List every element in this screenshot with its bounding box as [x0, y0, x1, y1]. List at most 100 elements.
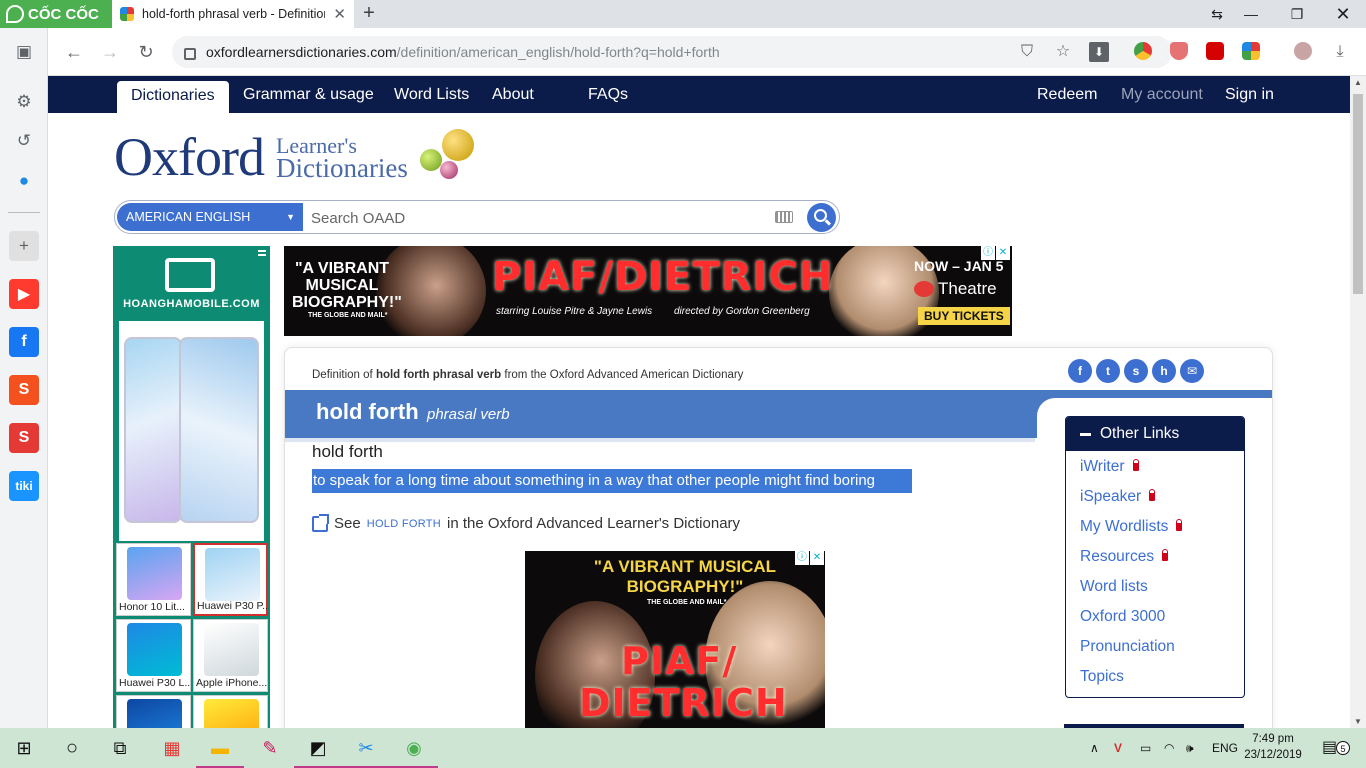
windows-start-icon[interactable]: ⊞ — [0, 728, 48, 768]
buy-tickets-button[interactable]: BUY TICKETS — [918, 307, 1010, 325]
facebook-share-icon[interactable]: f — [1068, 359, 1092, 383]
history-icon[interactable]: ↺ — [9, 126, 39, 156]
link-word-lists[interactable]: Word lists — [1080, 578, 1148, 596]
ad-hero-image[interactable] — [118, 320, 265, 542]
notification-center-icon[interactable]: ▤ — [1322, 728, 1337, 768]
downloads-icon[interactable]: ⤓ — [1330, 42, 1350, 62]
dictionary-select[interactable]: AMERICAN ENGLISH ▼ — [117, 203, 303, 231]
active-tab[interactable]: hold-forth phrasal verb - Definition ✕ — [112, 0, 354, 28]
profile-avatar[interactable] — [1294, 42, 1312, 60]
headword-band-shadow — [285, 438, 1035, 442]
scrollbar-thumb[interactable] — [1353, 94, 1363, 294]
link-iwriter[interactable]: iWriter — [1080, 458, 1139, 476]
search-input[interactable] — [311, 207, 771, 229]
sticky-notes-icon[interactable]: ◩ — [294, 728, 342, 768]
bookmark-star-icon[interactable]: ☆ — [1053, 42, 1073, 62]
tab-title: hold-forth phrasal verb - Definition — [142, 7, 326, 21]
adchoices-icon[interactable]: ⓘ — [981, 246, 995, 260]
back-arrow-icon[interactable]: ← — [62, 40, 86, 64]
inline-ad[interactable]: "A VIBRANT MUSICAL BIOGRAPHY!" THE GLOBE… — [525, 551, 825, 728]
volume-icon[interactable]: 🕪 — [1186, 728, 1194, 768]
add-app-icon[interactable]: + — [9, 231, 39, 261]
tab-close-button[interactable]: ✕ — [333, 5, 346, 23]
youtube-icon[interactable]: ▶ — [9, 279, 39, 309]
hyves-share-icon[interactable]: h — [1152, 359, 1176, 383]
lazada-icon[interactable]: S — [9, 423, 39, 453]
system-clock[interactable]: 7:49 pm 23/12/2019 — [1240, 731, 1306, 763]
nav-grammar-usage[interactable]: Grammar & usage — [243, 76, 374, 113]
url-path: /definition/american_english/hold-forth?… — [396, 44, 720, 60]
sidebar-panel-icon[interactable]: ▣ — [9, 37, 39, 67]
ad-product-tile[interactable]: Honor 10 Lit... — [116, 543, 191, 616]
file-explorer-icon[interactable]: ▬ — [196, 728, 244, 768]
paint-app-icon[interactable]: ✎ — [246, 728, 294, 768]
ad-close-icon[interactable]: ✕ — [996, 246, 1010, 260]
chrome-extension-icon[interactable] — [1134, 42, 1152, 60]
reload-icon[interactable]: ↻ — [134, 40, 158, 64]
shield-icon[interactable]: ⛉ — [1017, 42, 1037, 62]
oxford-logo[interactable]: Oxford Learner's Dictionaries — [114, 126, 502, 188]
see-also-link[interactable]: HOLD FORTH — [367, 518, 441, 530]
nav-about[interactable]: About — [492, 76, 534, 113]
other-links-header[interactable]: Other Links — [1066, 417, 1244, 451]
scroll-up-arrow-icon[interactable]: ▲ — [1350, 78, 1366, 87]
forward-arrow-icon[interactable]: → — [98, 40, 122, 64]
nav-my-account[interactable]: My account — [1121, 76, 1203, 113]
minimize-button[interactable]: — — [1228, 0, 1274, 28]
link-resources[interactable]: Resources — [1080, 548, 1169, 566]
adchoices-icon[interactable]: ⓘ — [795, 551, 809, 565]
inline-ad-source: THE GLOBE AND MAIL* — [647, 599, 727, 606]
tiki-icon[interactable]: tiki — [9, 471, 39, 501]
ad-product-tile[interactable] — [193, 695, 268, 728]
restore-button[interactable]: ❐ — [1274, 0, 1320, 28]
stumbleupon-share-icon[interactable]: s — [1124, 359, 1148, 383]
new-tab-button[interactable]: + — [358, 3, 380, 25]
lock-icon — [1132, 459, 1139, 471]
link-topics[interactable]: Topics — [1080, 668, 1124, 686]
ad-menu-icon[interactable] — [258, 250, 266, 256]
nav-sign-in[interactable]: Sign in — [1225, 76, 1274, 113]
top-banner-ad[interactable]: "A VIBRANT MUSICAL BIOGRAPHY!" THE GLOBE… — [284, 246, 1012, 336]
facebook-icon[interactable]: f — [9, 327, 39, 357]
ad-close-icon[interactable]: ✕ — [810, 551, 824, 565]
task-view-icon[interactable]: ⧉ — [96, 728, 144, 768]
nav-faqs[interactable]: FAQs — [588, 76, 628, 113]
email-share-icon[interactable]: ✉ — [1180, 359, 1204, 383]
tray-chevron-icon[interactable]: ∧ — [1090, 728, 1099, 768]
coccoc-brand[interactable]: CỐC CỐC — [0, 0, 112, 28]
link-pronunciation[interactable]: Pronunciation — [1080, 638, 1175, 656]
left-side-ad[interactable]: HOANGHAMOBILE.COM Honor 10 Lit... Huawei… — [113, 246, 270, 728]
download-video-icon[interactable]: ⬇ — [1089, 42, 1109, 62]
keyboard-icon[interactable] — [775, 211, 793, 223]
unikey-icon[interactable]: V — [1114, 728, 1122, 768]
twitter-share-icon[interactable]: t — [1096, 359, 1120, 383]
ad-product-tile[interactable]: Huawei P30 L... — [116, 619, 191, 692]
adblock-extension-icon[interactable] — [1170, 42, 1188, 60]
cortana-search-icon[interactable]: ○ — [48, 728, 96, 768]
snipping-tool-icon[interactable]: ✂ — [342, 728, 390, 768]
wifi-icon[interactable]: ◠ — [1164, 728, 1174, 768]
ad-product-caption: Huawei P30 L... — [119, 677, 190, 689]
nav-redeem[interactable]: Redeem — [1037, 76, 1097, 113]
remote-app-icon[interactable]: ▦ — [148, 728, 196, 768]
page-scrollbar[interactable]: ▲ ▼ — [1350, 76, 1366, 728]
link-oxford-3000[interactable]: Oxford 3000 — [1080, 608, 1165, 626]
color-extension-icon[interactable] — [1242, 42, 1260, 60]
ad-product-tile[interactable]: Huawei P30 P... — [193, 543, 268, 616]
link-ispeaker[interactable]: iSpeaker — [1080, 488, 1156, 506]
search-button[interactable] — [807, 203, 836, 232]
nav-word-lists[interactable]: Word Lists — [394, 76, 469, 113]
settings-gear-icon[interactable]: ⚙ — [9, 87, 39, 117]
link-my-wordlists[interactable]: My Wordlists — [1080, 518, 1183, 536]
input-language[interactable]: ENG — [1212, 728, 1238, 768]
nav-dictionaries[interactable]: Dictionaries — [117, 81, 229, 113]
ad-product-tile[interactable] — [116, 695, 191, 728]
coccoc-taskbar-icon[interactable]: ◉ — [390, 728, 438, 768]
red-extension-icon[interactable] — [1206, 42, 1224, 60]
scroll-down-arrow-icon[interactable]: ▼ — [1350, 717, 1366, 726]
close-window-button[interactable]: ✕ — [1320, 0, 1366, 28]
shopee-icon[interactable]: S — [9, 375, 39, 405]
battery-icon[interactable]: ▭ — [1140, 728, 1151, 768]
messenger-icon[interactable]: ● — [9, 166, 39, 196]
ad-product-tile[interactable]: Apple iPhone... — [193, 619, 268, 692]
